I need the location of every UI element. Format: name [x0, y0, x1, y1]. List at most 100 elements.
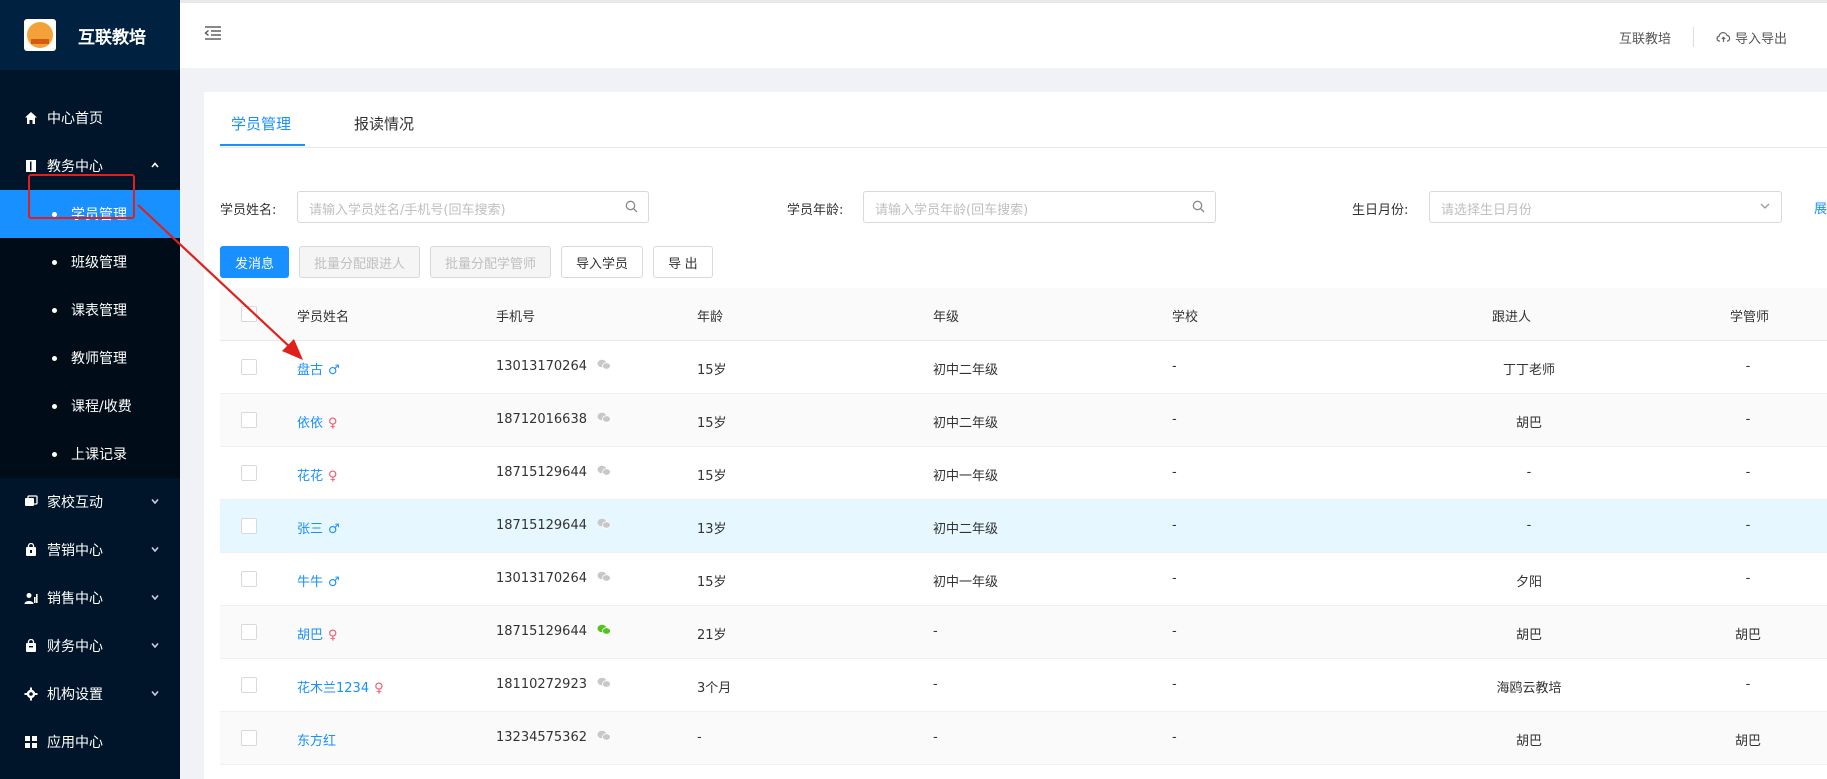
chevron-down-icon: [150, 496, 160, 509]
gender-icon: ♀: [374, 681, 384, 696]
table-row[interactable]: 盘古 ♂ 13013170264 15岁 初中二年级 - 丁丁老师 -: [220, 341, 1827, 394]
table-row[interactable]: 东方红 13234575362 - - - 胡巴 胡巴: [220, 712, 1827, 765]
student-name-link[interactable]: 花花: [297, 469, 323, 484]
student-name-link[interactable]: 花木兰1234: [297, 681, 369, 696]
bullet-icon: [52, 307, 57, 313]
sidebar-item-home-school[interactable]: 家校互动: [0, 478, 180, 526]
follower-cell: -: [1526, 518, 1532, 533]
school-cell: -: [1172, 624, 1177, 639]
wechat-icon[interactable]: [597, 412, 611, 427]
sidebar-item-schedule[interactable]: 课表管理: [0, 286, 180, 334]
birth-month-select[interactable]: 请选择生日月份: [1429, 191, 1782, 223]
phone-cell: 13234575362: [496, 730, 611, 745]
table-row[interactable]: 花花 ♀ 18715129644 15岁 初中一年级 - - -: [220, 447, 1827, 500]
grade-cell: -: [933, 624, 938, 639]
menu-fold-icon[interactable]: [204, 25, 222, 41]
grade-cell: 初中一年级: [933, 469, 999, 484]
chevron-down-icon: [1759, 200, 1771, 216]
grade-cell: -: [933, 730, 938, 745]
tab-enrollment[interactable]: 报读情况: [354, 113, 414, 134]
sidebar-item-students[interactable]: 学员管理: [0, 190, 180, 238]
birth-month-placeholder: 请选择生日月份: [1441, 203, 1533, 218]
table-body: 盘古 ♂ 13013170264 15岁 初中二年级 - 丁丁老师 - 依依 ♀ 187120166…: [220, 341, 1827, 765]
tab-student-management[interactable]: 学员管理: [231, 113, 291, 134]
row-checkbox[interactable]: [241, 518, 257, 534]
manager-cell: -: [1745, 677, 1751, 692]
wechat-icon[interactable]: [597, 677, 611, 692]
table-row[interactable]: 花木兰1234 ♀ 18110272923 3个月 - - 海鸥云教培 -: [220, 659, 1827, 712]
student-name-link[interactable]: 盘古: [297, 363, 323, 378]
table-row[interactable]: 胡巴 ♀ 18715129644 21岁 - - 胡巴 胡巴: [220, 606, 1827, 659]
send-message-button[interactable]: 发消息: [220, 246, 290, 278]
org-switcher[interactable]: 互联教培: [1619, 28, 1671, 47]
table-row[interactable]: 依依 ♀ 18712016638 15岁 初中二年级 - 胡巴 -: [220, 394, 1827, 447]
select-all-checkbox[interactable]: [241, 306, 257, 322]
student-name-link[interactable]: 依依: [297, 416, 323, 431]
student-name-cell: 牛牛 ♂: [297, 571, 340, 590]
row-checkbox[interactable]: [241, 412, 257, 428]
sidebar-item-settings[interactable]: 机构设置: [0, 670, 180, 718]
student-name-link[interactable]: 张三: [297, 522, 323, 537]
school-cell: -: [1172, 677, 1177, 692]
age-cell: 15岁: [697, 363, 727, 378]
wechat-icon[interactable]: [597, 571, 611, 586]
phone-number: 18715129644: [496, 465, 587, 480]
age-search-input[interactable]: 请输入学员年龄(回车搜索): [863, 191, 1216, 223]
sidebar-item-teachers[interactable]: 教师管理: [0, 334, 180, 382]
row-checkbox[interactable]: [241, 677, 257, 693]
bullet-icon: [52, 403, 57, 409]
age-cell: -: [697, 730, 702, 745]
wechat-icon[interactable]: [597, 624, 611, 639]
age-filter-label: 学员年龄:: [787, 203, 844, 218]
sidebar-item-sales[interactable]: 销售中心: [0, 574, 180, 622]
import-export-link[interactable]: 导入导出: [1716, 28, 1787, 47]
table-row[interactable]: 牛牛 ♂ 13013170264 15岁 初中一年级 - 夕阳 -: [220, 553, 1827, 606]
grade-cell: -: [933, 677, 938, 692]
row-checkbox[interactable]: [241, 359, 257, 375]
expand-filters-link[interactable]: 展: [1814, 198, 1827, 217]
export-button[interactable]: 导 出: [653, 246, 713, 278]
sidebar-item-attendance[interactable]: 上课记录: [0, 430, 180, 478]
student-name-link[interactable]: 东方红: [297, 734, 336, 749]
phone-cell: 13013170264: [496, 571, 611, 586]
assign-follower-button[interactable]: 批量分配跟进人: [299, 246, 421, 278]
brand[interactable]: 互联教培: [0, 0, 180, 70]
sidebar-item-academic[interactable]: 教务中心: [0, 142, 180, 190]
student-name-cell: 花木兰1234 ♀: [297, 677, 384, 696]
sidebar-item-classes[interactable]: 班级管理: [0, 238, 180, 286]
bullet-icon: [52, 259, 57, 265]
sidebar-item-label: 财务中心: [47, 639, 103, 655]
assign-manager-button[interactable]: 批量分配学管师: [430, 246, 552, 278]
search-icon[interactable]: [625, 200, 638, 217]
sidebar-item-label: 机构设置: [47, 687, 103, 703]
phone-number: 18110272923: [496, 677, 587, 692]
import-export-label: 导入导出: [1734, 31, 1787, 47]
sidebar-item-courses[interactable]: 课程/收费: [0, 382, 180, 430]
row-checkbox[interactable]: [241, 465, 257, 481]
sidebar-item-finance[interactable]: 财务中心: [0, 622, 180, 670]
age-cell: 21岁: [697, 628, 727, 643]
search-icon[interactable]: [1192, 200, 1205, 217]
column-header: 年级: [933, 310, 960, 325]
name-search-input[interactable]: 请输入学员姓名/手机号(回车搜索): [297, 191, 649, 223]
school-cell: -: [1172, 518, 1177, 533]
sidebar: 互联教培 中心首页 教务中心 学员管理 班级管理 课表管理 教师管理 课程/收费…: [0, 0, 180, 779]
wechat-icon[interactable]: [597, 465, 611, 480]
sidebar-item-apps[interactable]: 应用中心: [0, 718, 180, 766]
sidebar-item-home[interactable]: 中心首页: [0, 94, 180, 142]
wechat-icon[interactable]: [597, 730, 611, 745]
wechat-icon[interactable]: [597, 359, 611, 374]
sidebar-item-marketing[interactable]: 营销中心: [0, 526, 180, 574]
student-name-link[interactable]: 胡巴: [297, 628, 323, 643]
row-checkbox[interactable]: [241, 730, 257, 746]
grid-icon: [24, 735, 38, 749]
row-checkbox[interactable]: [241, 571, 257, 587]
wechat-icon[interactable]: [597, 518, 611, 533]
chevron-down-icon: [150, 688, 160, 701]
chevron-down-icon: [150, 640, 160, 653]
student-name-link[interactable]: 牛牛: [297, 575, 323, 590]
row-checkbox[interactable]: [241, 624, 257, 640]
table-row[interactable]: 张三 ♂ 18715129644 13岁 初中二年级 - - -: [220, 500, 1827, 553]
import-students-button[interactable]: 导入学员: [561, 246, 644, 278]
sidebar-submenu-academic: 学员管理 班级管理 课表管理 教师管理 课程/收费 上课记录: [0, 190, 180, 478]
